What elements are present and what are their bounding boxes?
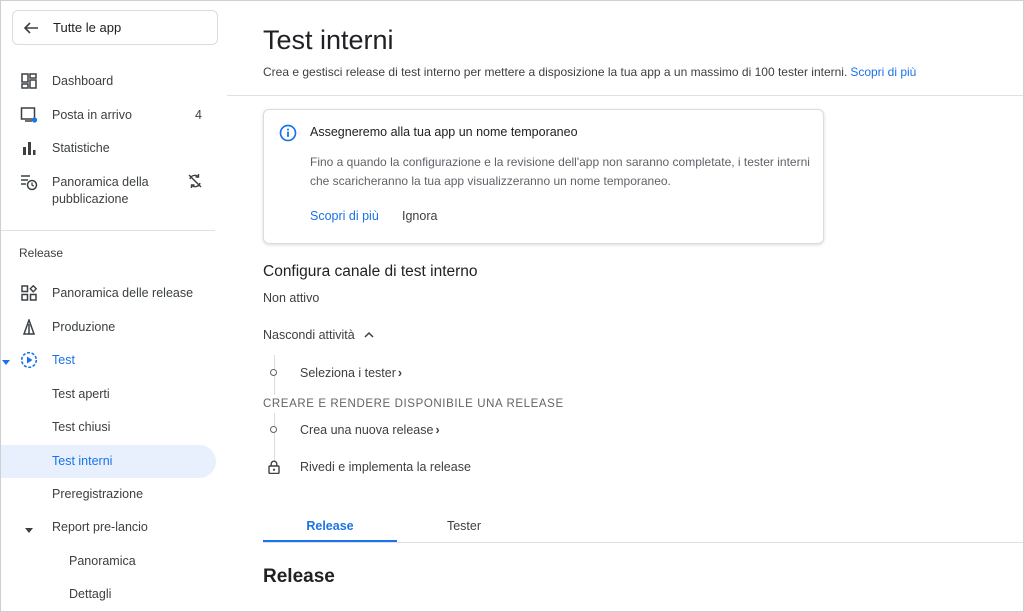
sidebar-item-label: Statistiche — [52, 140, 110, 155]
tabs-divider — [263, 542, 1023, 543]
page-description-text: Crea e gestisci release di test interno … — [263, 65, 848, 79]
sidebar-item-overview[interactable]: Panoramica — [1, 551, 216, 571]
main-content: Test interni Crea e gestisci release di … — [227, 1, 1023, 611]
bar-chart-icon — [19, 138, 39, 158]
sidebar-item-inbox[interactable]: Posta in arrivo 4 — [1, 105, 216, 125]
sidebar-item-label: Test — [52, 352, 75, 367]
notice-title: Assegneremo alla tua app un nome tempora… — [310, 125, 578, 139]
all-apps-label: Tutte le app — [53, 20, 122, 35]
production-icon — [19, 317, 39, 337]
task-label: Seleziona i tester › — [300, 366, 403, 380]
sidebar-item-details[interactable]: Dettagli — [1, 584, 216, 604]
create-release-subsection: CREARE E RENDERE DISPONIBILE UNA RELEASE — [263, 398, 564, 410]
publishing-overview-icon — [19, 172, 39, 192]
hide-tasks-toggle[interactable]: Nascondi attività — [263, 328, 375, 342]
chevron-up-icon — [363, 329, 375, 341]
sidebar-item-statistics[interactable]: Statistiche — [1, 138, 216, 158]
notice-learn-more-link[interactable]: Scopri di più — [310, 209, 379, 223]
notice-body: Fino a quando la configurazione e la rev… — [310, 155, 810, 188]
sidebar: Tutte le app Dashboard Posta in arrivo 4… — [1, 1, 227, 611]
lock-icon — [268, 460, 280, 475]
app-window: Tutte le app Dashboard Posta in arrivo 4… — [0, 0, 1024, 612]
page-description: Crea e gestisci release di test interno … — [263, 65, 916, 79]
sidebar-item-label: Panoramica — [69, 553, 136, 568]
test-play-icon — [19, 350, 39, 370]
sidebar-item-production[interactable]: Produzione — [1, 317, 216, 337]
caret-down-icon — [25, 523, 33, 533]
sidebar-item-label: Panoramica della pubblicazione — [52, 175, 149, 206]
inbox-icon — [19, 105, 39, 125]
sidebar-item-label: Test interni — [52, 454, 113, 468]
task-review-release: Rivedi e implementa la release — [263, 459, 503, 475]
all-apps-button[interactable]: Tutte le app — [12, 10, 218, 45]
task-label: Rivedi e implementa la release — [300, 460, 471, 474]
sidebar-item-dashboard[interactable]: Dashboard — [1, 71, 216, 91]
sidebar-item-label: Test aperti — [52, 386, 110, 401]
sidebar-item-release-overview[interactable]: Panoramica delle release — [1, 283, 216, 303]
task-status-dot — [270, 369, 277, 376]
temporary-name-notice-card: Assegneremo alla tua app un nome tempora… — [263, 109, 824, 244]
sidebar-item-label: Posta in arrivo — [52, 107, 132, 122]
hide-tasks-label: Nascondi attività — [263, 328, 355, 342]
task-select-testers[interactable]: Seleziona i tester › — [263, 365, 463, 381]
task-status-dot — [270, 426, 277, 433]
sidebar-item-preregistration[interactable]: Preregistrazione — [1, 484, 216, 504]
tab-tester[interactable]: Tester — [397, 511, 531, 543]
task-label: Crea una nuova release › — [300, 423, 440, 437]
release-section-label: Release — [19, 246, 64, 260]
arrow-back-icon — [21, 18, 41, 38]
release-overview-icon — [19, 283, 39, 303]
sidebar-item-label: Test chiusi — [52, 419, 111, 434]
sidebar-item-closed-testing[interactable]: Test chiusi — [1, 417, 216, 437]
sidebar-item-internal-testing[interactable]: Test interni — [1, 445, 216, 478]
inbox-count-badge: 4 — [195, 108, 202, 122]
learn-more-link[interactable]: Scopri di più — [850, 65, 916, 79]
config-section-title: Configura canale di test interno — [263, 263, 478, 280]
notice-dismiss-button[interactable]: Ignora — [402, 209, 437, 223]
task-create-release[interactable]: Crea una nuova release › — [263, 422, 483, 438]
sidebar-divider — [1, 230, 215, 231]
sidebar-item-label: Report pre-lancio — [52, 519, 148, 534]
sidebar-item-label: Produzione — [52, 319, 116, 334]
sidebar-item-label: Dettagli — [69, 586, 112, 601]
sidebar-item-publishing-overview[interactable]: Panoramica della pubblicazione — [1, 172, 216, 208]
caret-down-icon — [2, 355, 10, 365]
release-heading: Release — [263, 566, 335, 587]
track-status: Non attivo — [263, 291, 320, 305]
header-divider — [227, 95, 1023, 96]
page-title: Test interni — [263, 25, 394, 55]
sidebar-item-open-testing[interactable]: Test aperti — [1, 384, 216, 404]
sidebar-item-label: Panoramica delle release — [52, 285, 194, 300]
info-icon — [279, 124, 297, 142]
sidebar-item-test[interactable]: Test — [1, 350, 216, 370]
sidebar-item-pre-launch-report[interactable]: Report pre-lancio — [1, 517, 216, 537]
sidebar-item-label: Preregistrazione — [52, 486, 144, 501]
tab-release[interactable]: Release — [263, 511, 397, 543]
sidebar-item-label: Dashboard — [52, 73, 114, 88]
sync-off-icon — [187, 173, 203, 189]
dashboard-icon — [19, 71, 39, 91]
